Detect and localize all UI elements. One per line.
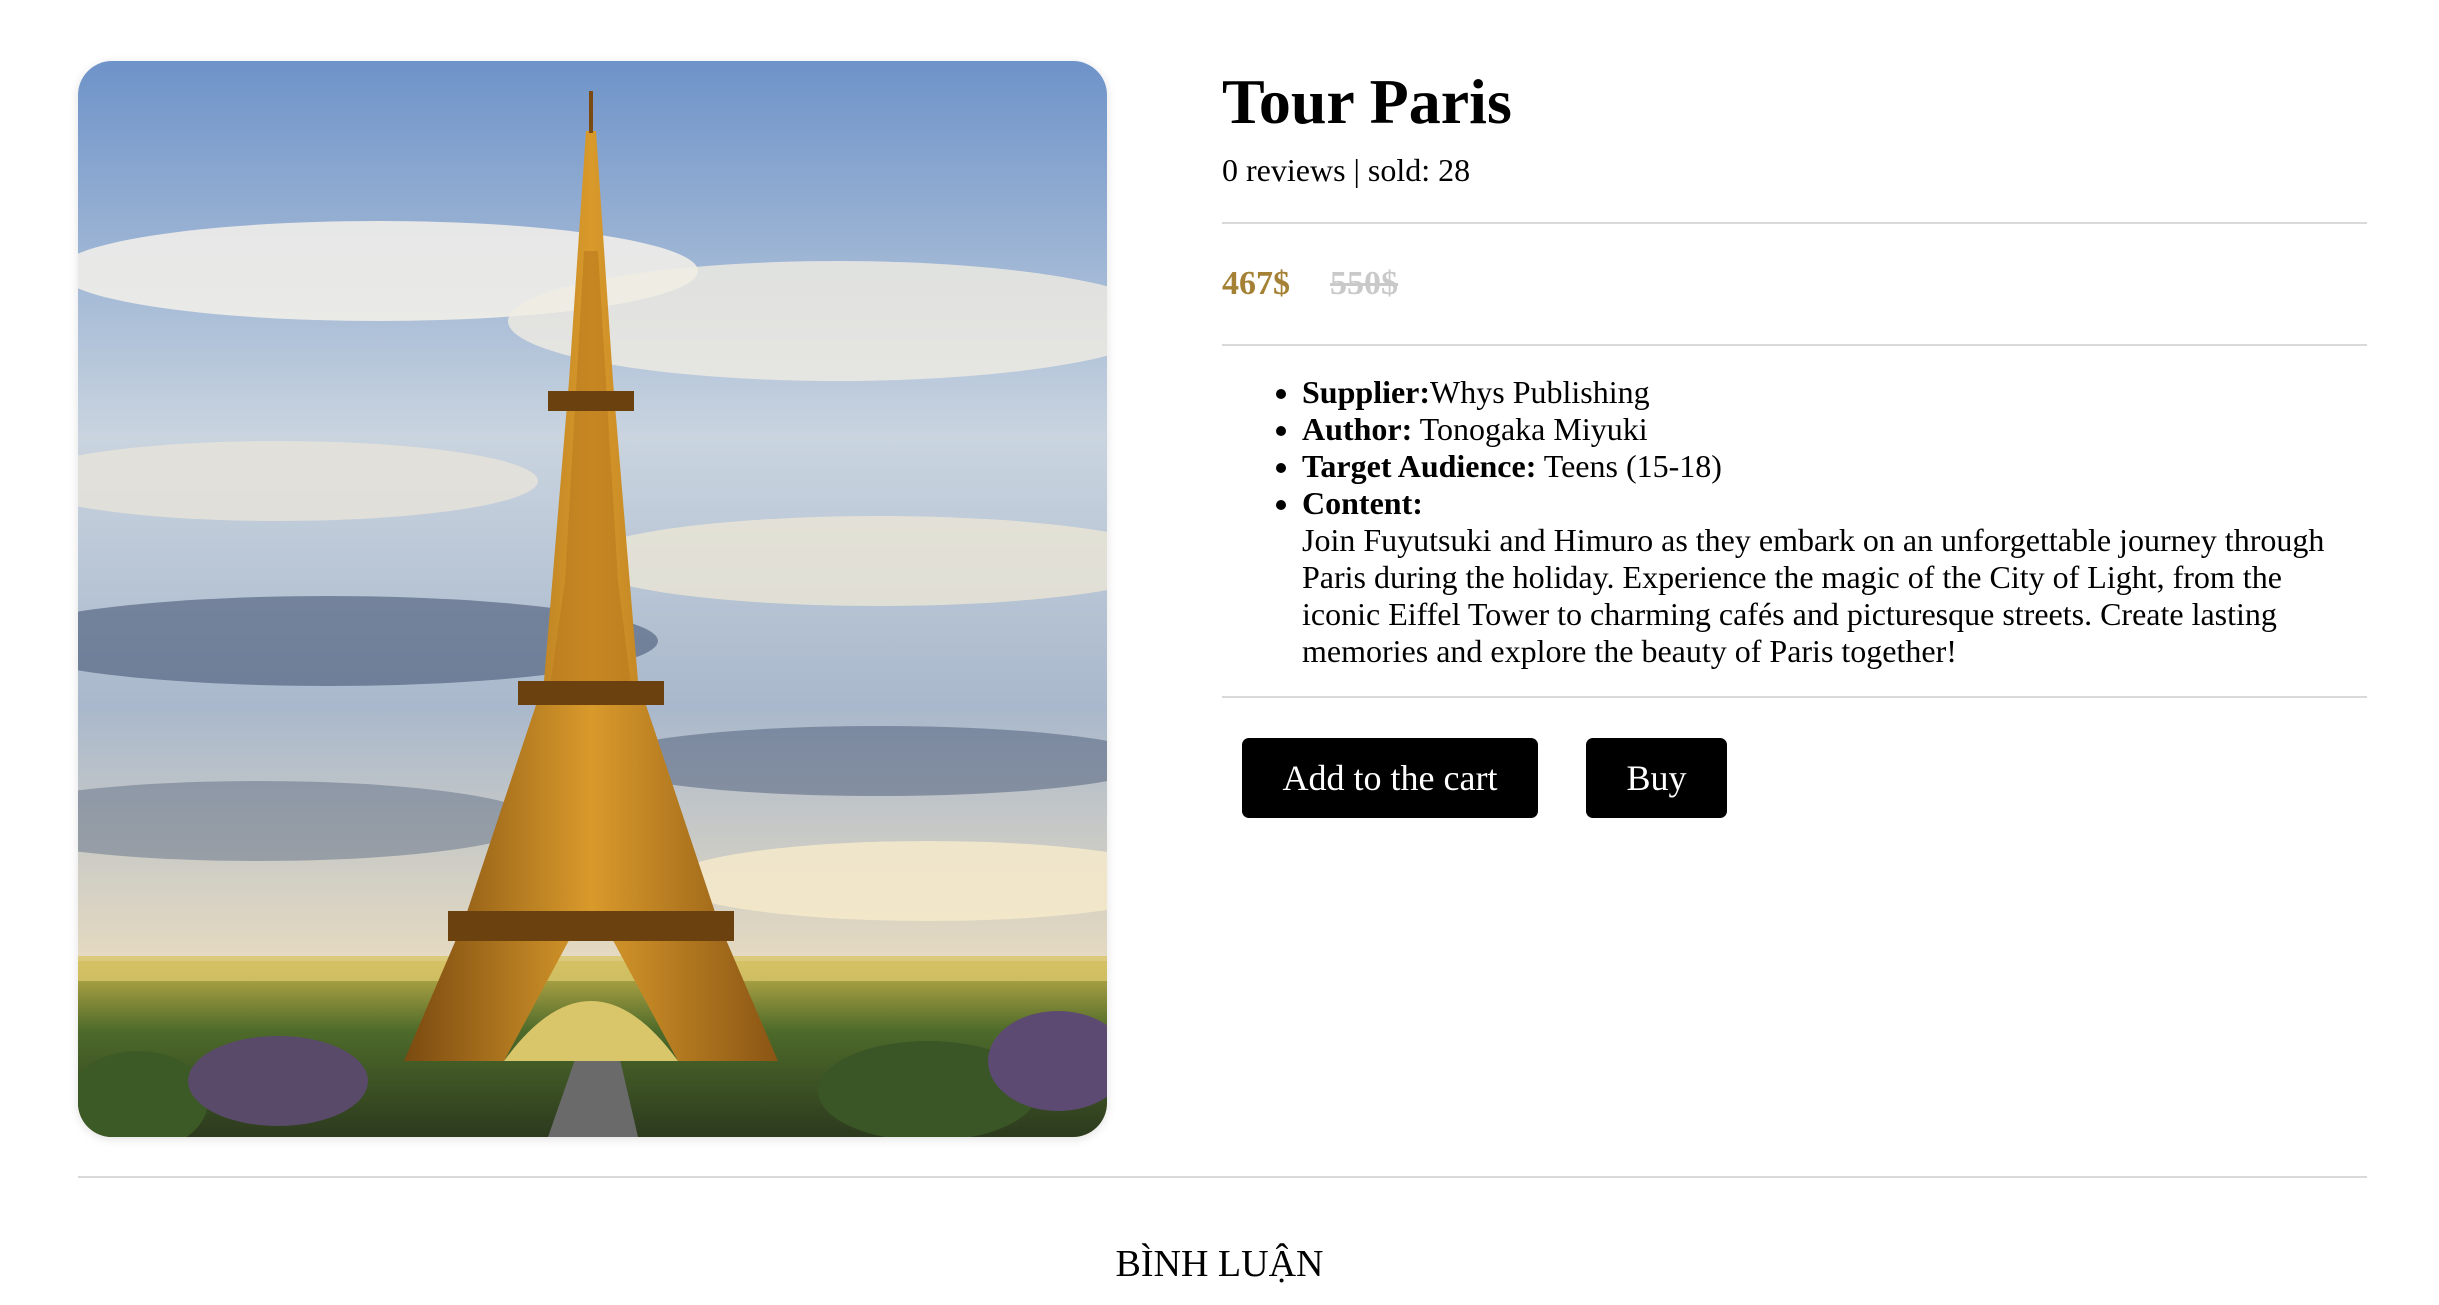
product-meta: 0 reviews | sold: 28 [1222, 150, 2367, 190]
product-info: Tour Paris 0 reviews | sold: 28 467$ 550… [1222, 60, 2367, 818]
review-count[interactable]: 0 reviews [1222, 152, 1346, 188]
detail-audience: Target Audience: Teens (15-18) [1302, 448, 2367, 485]
add-to-cart-button[interactable]: Add to the cart [1242, 738, 1538, 818]
divider [1222, 696, 2367, 698]
buy-button[interactable]: Buy [1586, 738, 1727, 818]
detail-label: Target Audience: [1302, 448, 1537, 484]
product-title: Tour Paris [1222, 66, 1512, 137]
action-buttons: Add to the cart Buy [1222, 738, 2367, 818]
product-image [78, 61, 1107, 1137]
detail-supplier: Supplier:Whys Publishing [1302, 374, 2367, 411]
meta-separator: | [1353, 152, 1360, 188]
price-current: 467$ [1222, 265, 1290, 302]
detail-label: Supplier: [1302, 374, 1431, 410]
comments-heading: BÌNH LUẬN [1115, 1243, 1324, 1285]
eiffel-tower-photo-icon [78, 61, 1107, 1137]
section-divider [78, 1176, 2367, 1178]
detail-value: Whys Publishing [1430, 374, 1650, 410]
detail-label: Author: [1302, 411, 1413, 447]
detail-value: Tonogaka Miyuki [1419, 411, 1648, 447]
price-row: 467$ 550$ [1222, 224, 2367, 344]
detail-value: Teens (15-18) [1543, 448, 1722, 484]
sold-count: sold: 28 [1367, 152, 1471, 188]
detail-author: Author: Tonogaka Miyuki [1302, 411, 2367, 448]
price-old: 550$ [1330, 265, 1398, 302]
content-description: Join Fuyutsuki and Himuro as they embark… [1302, 522, 2325, 669]
detail-label: Content: [1302, 485, 1423, 521]
detail-content: Content: Join Fuyutsuki and Himuro as th… [1302, 485, 2367, 670]
product-page: Tour Paris 0 reviews | sold: 28 467$ 550… [0, 0, 2439, 1305]
product-details-list: Supplier:Whys Publishing Author: Tonogak… [1222, 346, 2367, 696]
